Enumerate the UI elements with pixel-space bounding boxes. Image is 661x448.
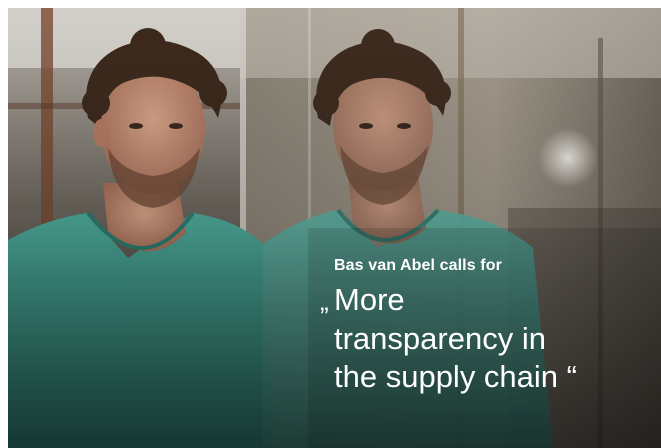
headline-line-1-text: More [334, 282, 405, 317]
headline-line-2: transparency in [320, 320, 640, 358]
headline-line-1: „ More [320, 281, 640, 320]
page: Bas van Abel calls for „ More transparenc… [0, 0, 661, 448]
headline-line-3-text: the supply chain “ [334, 359, 577, 394]
open-quote-mark: „ [320, 286, 329, 316]
quote-kicker: Bas van Abel calls for [334, 257, 502, 274]
hero-quote: Bas van Abel calls for „ More transparenc… [320, 255, 640, 396]
headline-line-2-text: transparency in [334, 321, 546, 356]
quote-headline: „ More transparency in the supply chain “ [320, 281, 640, 396]
headline-line-3: the supply chain “ [320, 358, 640, 396]
